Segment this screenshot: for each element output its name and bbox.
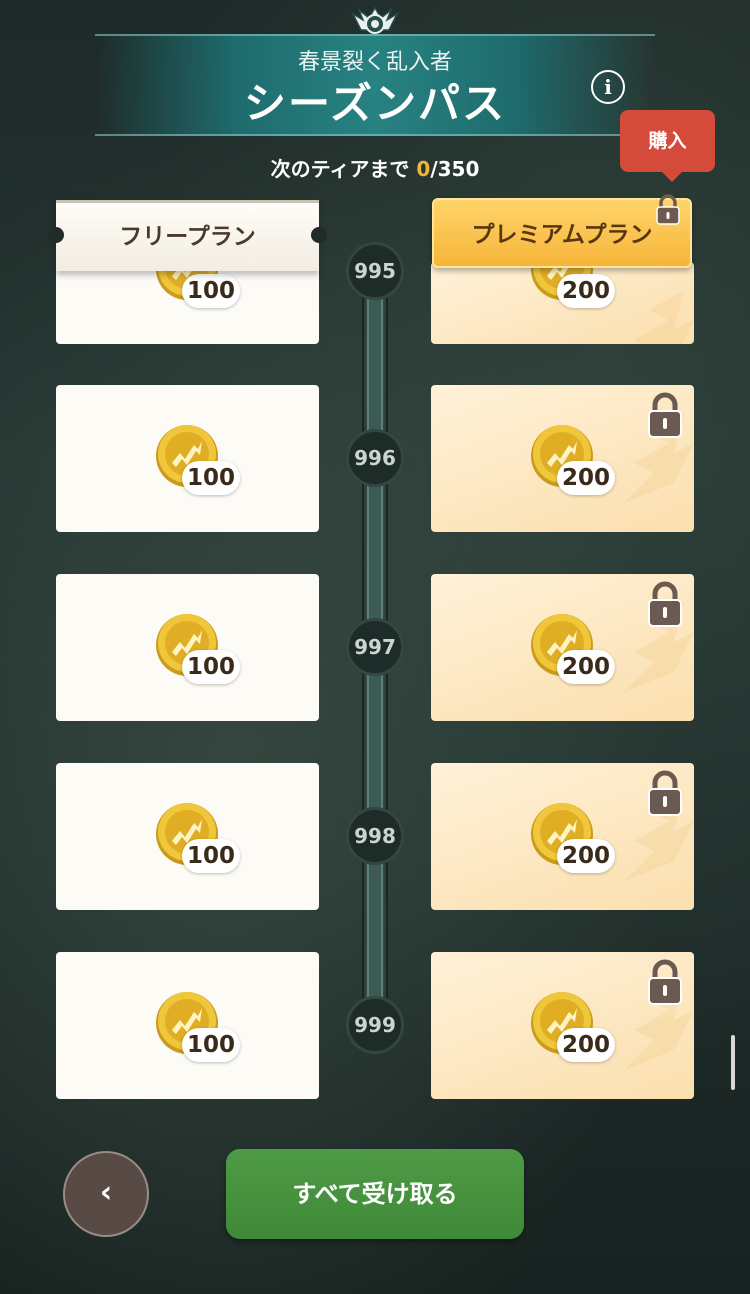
free-reward-card[interactable]: 100 [56,952,319,1099]
premium-reward-card[interactable]: 200 [431,952,694,1099]
premium-reward-card[interactable]: 200 [431,385,694,532]
free-reward-card[interactable]: 100 [56,262,319,344]
free-reward-amount: 100 [182,839,241,873]
claim-all-button[interactable]: すべて受け取る [226,1149,524,1239]
free-reward-card[interactable]: 100 [56,763,319,910]
premium-plan-header[interactable]: プレミアムプラン [432,194,692,268]
tier-number-badge: 998 [346,807,404,865]
premium-reward-card[interactable]: 200 [431,574,694,721]
lock-icon [648,770,682,816]
chevron-left-icon: ‹ [99,1175,113,1210]
premium-plan-label: プレミアムプラン [471,222,653,248]
scrollbar[interactable] [731,1035,735,1090]
premium-reward-card[interactable]: 200 [431,763,694,910]
tier-number-badge: 996 [346,429,404,487]
premium-reward-amount: 200 [557,1028,616,1062]
lock-icon [648,581,682,627]
free-reward-amount: 100 [182,650,241,684]
tier-progress-total: /350 [430,157,480,181]
premium-reward-card[interactable]: 200 [431,262,694,344]
premium-reward-amount: 200 [557,274,616,308]
lock-icon [656,194,680,225]
free-reward-amount: 100 [182,461,241,495]
info-icon[interactable]: i [591,70,625,104]
premium-reward-amount: 200 [557,839,616,873]
free-reward-amount: 100 [182,274,241,308]
back-button[interactable]: ‹ [63,1151,149,1237]
tier-number-badge: 995 [346,242,404,300]
wing-decoration [634,290,694,344]
free-reward-amount: 100 [182,1028,241,1062]
tier-progress-label: 次のティアまで [270,157,410,181]
lock-icon [648,959,682,1005]
free-reward-card[interactable]: 100 [56,574,319,721]
free-plan-header: フリープラン [48,200,327,271]
tier-number-badge: 999 [346,996,404,1054]
lock-icon [648,392,682,438]
free-plan-label: フリープラン [119,224,256,250]
buy-button[interactable]: 購入 [620,110,715,182]
tier-progress-current: 0 [416,157,431,181]
premium-reward-amount: 200 [557,650,616,684]
premium-reward-amount: 200 [557,461,616,495]
free-reward-card[interactable]: 100 [56,385,319,532]
tier-number-badge: 997 [346,618,404,676]
